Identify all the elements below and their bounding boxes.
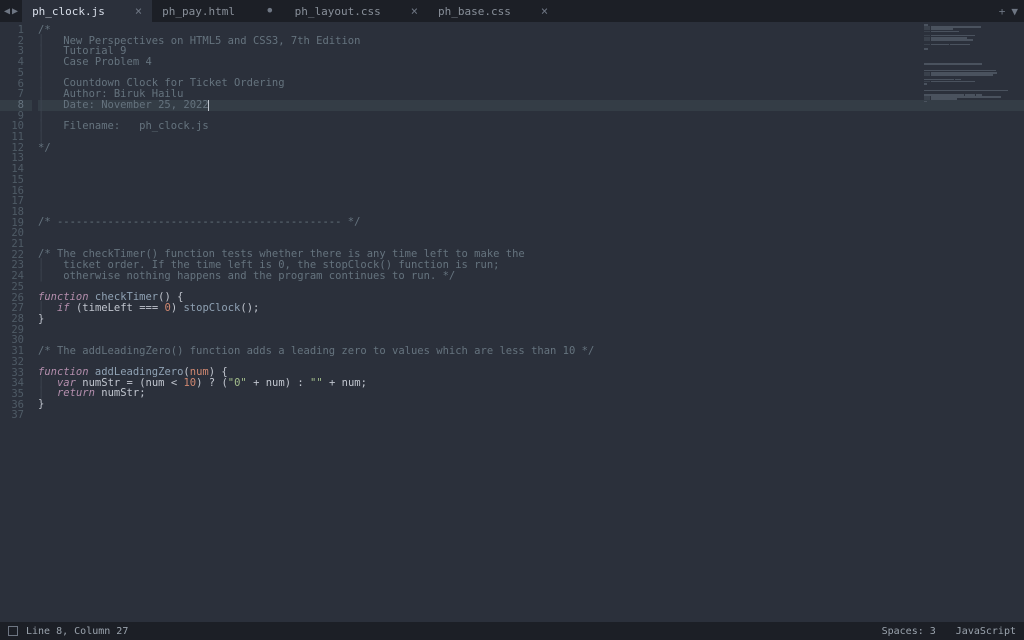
tab-label: ph_pay.html xyxy=(162,5,235,18)
close-icon[interactable]: × xyxy=(411,4,418,18)
tab-dropdown-icon[interactable]: ▼ xyxy=(1011,5,1018,18)
tab-bar-right: + ▼ xyxy=(999,5,1024,18)
nav-back-icon[interactable]: ◀ xyxy=(4,6,10,17)
code-content[interactable]: /*│ New Perspectives on HTML5 and CSS3, … xyxy=(32,22,1024,622)
tab-label: ph_clock.js xyxy=(32,5,105,18)
new-tab-icon[interactable]: + xyxy=(999,5,1006,18)
panel-icon[interactable] xyxy=(8,626,18,636)
modified-dot-icon: • xyxy=(265,7,275,15)
language-mode[interactable]: JavaScript xyxy=(956,626,1016,637)
close-icon[interactable]: × xyxy=(135,4,142,18)
nav-arrows: ◀ ▶ xyxy=(0,6,22,17)
status-right: Spaces: 3 JavaScript xyxy=(882,626,1016,637)
minimap[interactable] xyxy=(924,24,1020,105)
nav-forward-icon[interactable]: ▶ xyxy=(12,6,18,17)
tab-ph-layout[interactable]: ph_layout.css × xyxy=(285,0,428,22)
status-left: Line 8, Column 27 xyxy=(8,626,128,637)
tab-label: ph_layout.css xyxy=(295,5,381,18)
tab-ph-pay[interactable]: ph_pay.html • xyxy=(152,0,285,22)
tab-ph-base[interactable]: ph_base.css × xyxy=(428,0,558,22)
gutter: 1234567891011121314151617181920212223242… xyxy=(0,22,32,622)
tab-ph-clock[interactable]: ph_clock.js × xyxy=(22,0,152,22)
editor-area: 1234567891011121314151617181920212223242… xyxy=(0,22,1024,622)
close-icon[interactable]: × xyxy=(541,4,548,18)
tab-bar: ◀ ▶ ph_clock.js × ph_pay.html • ph_layou… xyxy=(0,0,1024,22)
status-bar: Line 8, Column 27 Spaces: 3 JavaScript xyxy=(0,622,1024,640)
cursor-position: Line 8, Column 27 xyxy=(26,626,128,637)
indent-setting[interactable]: Spaces: 3 xyxy=(882,626,936,637)
tab-label: ph_base.css xyxy=(438,5,511,18)
